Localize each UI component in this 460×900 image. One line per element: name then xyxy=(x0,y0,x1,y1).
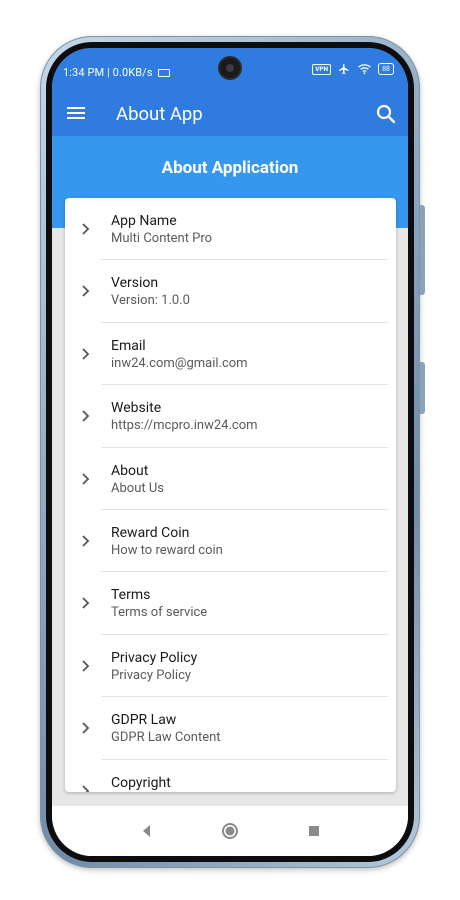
chevron-right-icon xyxy=(82,223,90,235)
battery-indicator: 88 xyxy=(378,63,394,75)
status-right: VPN 88 xyxy=(312,63,394,75)
square-recents-icon[interactable] xyxy=(304,821,324,841)
search-icon[interactable] xyxy=(374,102,398,126)
vpn-badge: VPN xyxy=(312,63,332,75)
list-item-email[interactable]: Email inw24.com@gmail.com xyxy=(65,323,396,386)
item-subtitle: GDPR Law Content xyxy=(111,730,221,746)
app-bar: About App xyxy=(52,92,408,136)
about-card: App Name Multi Content Pro Version Version… xyxy=(65,198,396,792)
system-nav-bar xyxy=(52,806,408,856)
list-item-reward-coin[interactable]: Reward Coin How to reward coin xyxy=(65,510,396,573)
chevron-right-icon xyxy=(82,410,90,422)
chevron-right-icon xyxy=(82,472,90,485)
chevron-right-icon xyxy=(82,535,90,547)
item-title: Website xyxy=(111,400,162,417)
status-left: 1:34 PM | 0.0KB/s xyxy=(63,66,171,79)
item-title: Privacy Policy xyxy=(111,649,198,666)
item-title: Copyright xyxy=(111,774,171,791)
header-title: About Application xyxy=(161,158,299,178)
card-storage-icon xyxy=(158,69,171,78)
wifi-icon xyxy=(358,64,372,75)
front-camera xyxy=(220,58,240,78)
item-title: Reward Coin xyxy=(111,524,190,541)
hamburger-menu-icon[interactable] xyxy=(66,104,86,122)
list-item-website[interactable]: Website https://mcpro.inw24.com xyxy=(65,385,396,448)
chevron-right-icon xyxy=(82,597,90,609)
chevron-right-icon xyxy=(82,285,90,298)
list-item-terms[interactable]: Terms Terms of service xyxy=(65,572,396,635)
item-title: GDPR Law xyxy=(111,712,177,729)
chevron-right-icon xyxy=(82,348,90,360)
item-subtitle: Version: 1.0.0 xyxy=(111,293,190,309)
list-item-gdpr-law[interactable]: GDPR Law GDPR Law Content xyxy=(65,697,396,760)
status-network-speed: 0.0KB/s xyxy=(112,66,153,79)
list-item-version[interactable]: Version Version: 1.0.0 xyxy=(65,260,396,323)
item-subtitle: How to reward coin xyxy=(111,542,223,558)
list-item-copyright[interactable]: Copyright xyxy=(65,760,396,792)
chevron-right-icon xyxy=(82,722,90,734)
chevron-right-icon xyxy=(82,784,90,792)
item-subtitle: Multi Content Pro xyxy=(111,231,213,246)
airplane-mode-icon xyxy=(339,64,349,74)
item-title: Email xyxy=(111,337,146,354)
volume-button xyxy=(420,205,425,295)
status-time: 1:34 PM xyxy=(63,66,105,79)
circle-home-icon[interactable] xyxy=(220,821,240,841)
app-bar-title: About App xyxy=(116,103,203,125)
item-title: Version xyxy=(111,275,159,292)
triangle-back-icon[interactable] xyxy=(137,821,157,841)
top-app-area: 1:34 PM | 0.0KB/s VPN 88 About App xyxy=(52,48,408,136)
chevron-right-icon xyxy=(82,660,90,672)
list-item-about[interactable]: About About Us xyxy=(65,448,396,510)
item-subtitle: Terms of service xyxy=(111,605,208,621)
power-button xyxy=(420,362,425,414)
item-subtitle: About Us xyxy=(111,480,164,496)
item-title: App Name xyxy=(111,213,177,229)
list-item-privacy-policy[interactable]: Privacy Policy Privacy Policy xyxy=(65,635,396,698)
list-item-app-name[interactable]: App Name Multi Content Pro xyxy=(65,198,396,261)
item-subtitle: Privacy Policy xyxy=(111,667,192,683)
item-subtitle: inw24.com@gmail.com xyxy=(111,355,248,371)
status-bar: 1:34 PM | 0.0KB/s VPN 88 xyxy=(52,48,408,92)
screen: 1:34 PM | 0.0KB/s VPN 88 About App About… xyxy=(52,48,408,856)
item-title: Terms xyxy=(111,587,151,604)
item-subtitle: https://mcpro.inw24.com xyxy=(111,418,258,434)
item-title: About xyxy=(111,462,149,479)
